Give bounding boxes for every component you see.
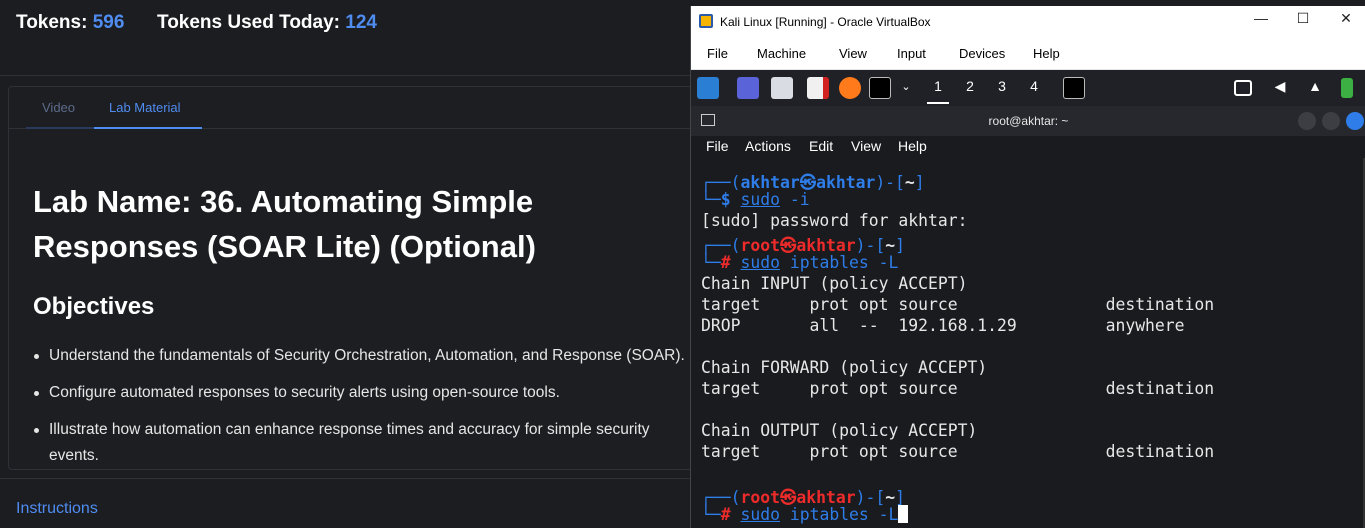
battery-icon — [1341, 78, 1353, 98]
output-line: Chain INPUT (policy ACCEPT) — [701, 274, 968, 293]
instructions-link[interactable]: Instructions — [16, 500, 98, 518]
vbox-titlebar[interactable]: Kali Linux [Running] - Oracle VirtualBox… — [691, 6, 1365, 38]
volume-icon[interactable]: ◀ — [1271, 78, 1289, 95]
tokens-today-label: Tokens Used Today: — [157, 12, 340, 33]
term-menu-help[interactable]: Help — [898, 138, 927, 154]
chevron-down-icon[interactable]: ⌄ — [897, 80, 915, 93]
token-bar: Tokens: 596 Tokens Used Today: 124 — [0, 0, 692, 76]
notification-bell-icon[interactable]: ▲ — [1306, 78, 1324, 94]
objectives-heading: Objectives — [33, 293, 155, 320]
output-line: DROP all -- 192.168.1.29 anywhere — [701, 316, 1185, 335]
output-line: target prot opt source destination — [701, 379, 1215, 398]
divider — [0, 478, 692, 479]
file-manager-icon[interactable] — [771, 77, 793, 99]
desktop-icon[interactable] — [737, 77, 759, 99]
text-editor-icon[interactable] — [807, 77, 829, 99]
workspace-1[interactable]: 1 — [929, 78, 947, 94]
term-menu-view[interactable]: View — [851, 138, 881, 154]
tokens-value: 596 — [92, 12, 125, 33]
close-button[interactable]: ✕ — [1331, 10, 1361, 27]
lab-title: Lab Name: 36. Automating Simple Response… — [33, 184, 536, 264]
screen-icon[interactable] — [1234, 80, 1252, 96]
command-args: -i — [779, 190, 810, 209]
lab-card: Video Lab Material Lab Name: 36. Automat… — [8, 86, 709, 470]
command-line: └─# sudo iptables -L — [701, 253, 899, 272]
tab-lab-material-underline — [94, 127, 202, 129]
active-workspace-indicator — [927, 102, 949, 104]
virtualbox-window: Kali Linux [Running] - Oracle VirtualBox… — [690, 6, 1365, 528]
term-menu-file[interactable]: File — [706, 138, 729, 154]
tokens-today-value: 124 — [345, 12, 377, 33]
workspace-4[interactable]: 4 — [1025, 78, 1043, 94]
command-line: └─$ sudo -i — [701, 190, 810, 209]
objectives-list: Understand the fundamentals of Security … — [34, 343, 709, 480]
firefox-icon[interactable] — [839, 77, 861, 99]
vbox-menubar: File Machine View Input Devices Help — [691, 38, 1365, 70]
tab-video[interactable]: Video — [42, 100, 75, 115]
output-line: target prot opt source destination — [701, 442, 1215, 461]
tokens-label: Tokens: — [16, 12, 88, 33]
lab-panel: Tokens: 596 Tokens Used Today: 124 Video… — [0, 0, 709, 528]
terminal-minimize-button[interactable] — [1298, 112, 1316, 130]
tab-video-underline — [26, 127, 94, 129]
output-line: target prot opt source destination — [701, 295, 1215, 314]
output-line: Chain OUTPUT (policy ACCEPT) — [701, 421, 978, 440]
tokens-stat: Tokens: 596 — [16, 12, 124, 34]
vbox-menu-file[interactable]: File — [707, 46, 728, 61]
vbox-menu-machine[interactable]: Machine — [757, 46, 806, 61]
prompt-host: akhtar — [816, 173, 876, 192]
objective-item: Illustrate how automation can enhance re… — [34, 417, 709, 469]
command-name: sudo — [740, 253, 780, 272]
vbox-menu-help[interactable]: Help — [1033, 46, 1060, 61]
command-line: └─# sudo iptables -L — [701, 505, 909, 524]
vbox-title: Kali Linux [Running] - Oracle VirtualBox — [720, 15, 931, 29]
objective-text: Illustrate how automation can enhance re… — [49, 421, 650, 464]
tab-lab-material[interactable]: Lab Material — [109, 100, 181, 115]
workspace-2[interactable]: 2 — [961, 78, 979, 94]
sudo-prompt: [sudo] password for akhtar: — [701, 211, 968, 230]
vbox-menu-view[interactable]: View — [839, 46, 867, 61]
objective-item: Configure automated responses to securit… — [34, 380, 709, 406]
virtualbox-icon — [699, 14, 713, 28]
kali-menu-icon[interactable] — [697, 77, 719, 99]
term-menu-edit[interactable]: Edit — [809, 138, 833, 154]
command-name: sudo — [740, 190, 780, 209]
command-name: sudo — [740, 505, 780, 524]
command-args: iptables -L — [779, 253, 899, 272]
terminal-close-button[interactable] — [1346, 112, 1364, 130]
output-line: Chain FORWARD (policy ACCEPT) — [701, 358, 988, 377]
vbox-menu-input[interactable]: Input — [897, 46, 926, 61]
objective-item: Understand the fundamentals of Security … — [34, 343, 709, 369]
prompt-dir: ~ — [904, 173, 915, 192]
text-cursor — [898, 505, 909, 523]
terminal-task-icon[interactable] — [1063, 77, 1085, 99]
maximize-button[interactable]: ☐ — [1288, 10, 1318, 27]
kali-panel: ⌄ 1 2 3 4 ◀ ▲ — [691, 70, 1365, 106]
terminal-title: root@akhtar: ~ — [988, 114, 1069, 128]
workspace-3[interactable]: 3 — [993, 78, 1011, 94]
minimize-button[interactable]: — — [1246, 10, 1276, 26]
command-args: iptables -L — [779, 505, 899, 524]
terminal-menubar: File Actions Edit View Help — [691, 136, 1365, 158]
tokens-today-stat: Tokens Used Today: 124 — [157, 12, 377, 34]
term-menu-actions[interactable]: Actions — [745, 138, 791, 154]
vbox-menu-devices[interactable]: Devices — [959, 46, 1005, 61]
terminal-titlebar[interactable]: root@akhtar: ~ — [691, 106, 1365, 136]
terminal-maximize-button[interactable] — [1322, 112, 1340, 130]
terminal-output[interactable]: ┌──(akhtar㉿akhtar)-[~] └─$ sudo -i [sudo… — [691, 158, 1363, 528]
tab-bar: Video Lab Material — [9, 87, 709, 129]
terminal-launcher-icon[interactable] — [869, 77, 891, 99]
